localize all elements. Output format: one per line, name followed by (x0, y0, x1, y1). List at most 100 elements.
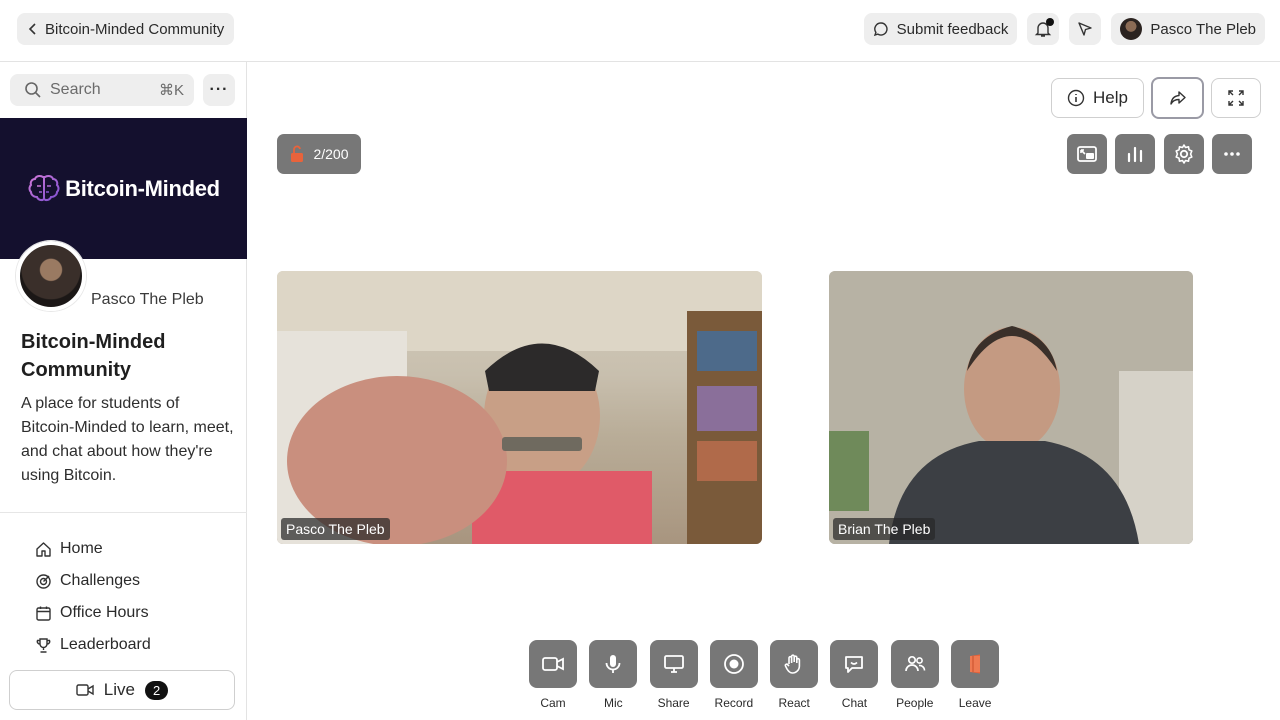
people-label: People (896, 696, 934, 710)
video-tile-brian[interactable]: Brian The Pleb (829, 271, 1193, 544)
sidebar-item-leaderboard[interactable]: Leaderboard (35, 629, 151, 661)
call-area: Help 2/200 Pasco The Pleb Brian The Pleb… (248, 62, 1280, 720)
bar-chart-icon (1127, 146, 1143, 163)
chat-label: Chat (841, 696, 868, 710)
search-placeholder: Search (50, 81, 101, 98)
participant-video (829, 271, 1193, 544)
cursor-arrow-icon (1078, 22, 1093, 36)
cam-label: Cam (540, 696, 566, 710)
participant-name-tag: Pasco The Pleb (281, 518, 390, 540)
call-controls: Cam Mic Share Record React Chat People L… (529, 640, 1000, 710)
people-control[interactable]: People (890, 640, 939, 710)
record-control[interactable]: Record (709, 640, 758, 710)
info-icon (1067, 89, 1085, 107)
react-label: React (778, 696, 810, 710)
door-icon (970, 654, 981, 674)
leave-button[interactable] (951, 640, 1000, 688)
more-options-button[interactable] (1212, 134, 1252, 174)
sidebar-nav: Home Challenges Office Hours Leaderboard (35, 533, 151, 661)
leave-label: Leave (958, 696, 992, 710)
search-shortcut: ⌘K (158, 82, 184, 99)
community-owner-name[interactable]: Pasco The Pleb (91, 291, 204, 309)
sidebar-more-button[interactable]: ··· (203, 74, 235, 106)
sidebar-item-challenges[interactable]: Challenges (35, 565, 151, 597)
settings-button[interactable] (1164, 134, 1204, 174)
calendar-icon (36, 606, 51, 621)
help-button[interactable]: Help (1051, 78, 1144, 118)
user-name: Pasco The Pleb (1150, 20, 1256, 38)
expand-icon (1228, 90, 1244, 106)
sidebar-item-home[interactable]: Home (35, 533, 151, 565)
top-bar: Bitcoin-Minded Community Submit feedback… (0, 0, 1280, 62)
live-label: Live (103, 680, 135, 699)
video-icon (76, 684, 94, 696)
community-owner-avatar[interactable] (16, 241, 86, 311)
monitor-icon (663, 655, 684, 673)
home-icon (36, 541, 51, 557)
chat-icon (845, 656, 864, 673)
fullscreen-button[interactable] (1211, 78, 1261, 118)
hand-icon (784, 654, 801, 674)
record-button[interactable] (709, 640, 758, 688)
gear-icon (1175, 144, 1193, 164)
target-icon (36, 573, 51, 589)
brain-logo-icon (28, 174, 60, 201)
help-label: Help (1093, 88, 1128, 107)
notification-dot (1046, 18, 1055, 26)
chevron-left-icon (28, 23, 36, 35)
participant-count-badge[interactable]: 2/200 (277, 134, 361, 174)
sidebar-item-label: Home (60, 540, 103, 557)
stats-button[interactable] (1115, 134, 1155, 174)
avatar (1120, 18, 1143, 40)
sidebar: Search ⌘K ··· Bitcoin-Minded Pasco The P… (0, 62, 247, 720)
people-icon (904, 655, 926, 672)
live-button[interactable]: Live 2 (9, 670, 235, 710)
share-screen-button[interactable] (649, 640, 698, 688)
mic-label: Mic (603, 696, 623, 710)
search-input[interactable]: Search ⌘K (10, 74, 194, 106)
back-button[interactable]: Bitcoin-Minded Community (17, 13, 235, 45)
submit-feedback-button[interactable]: Submit feedback (863, 13, 1018, 45)
share-arrow-icon (1169, 91, 1186, 105)
live-count-badge: 2 (144, 680, 169, 700)
participant-count: 2/200 (313, 146, 349, 162)
share-link-button[interactable] (1151, 77, 1204, 119)
pip-icon (1077, 146, 1097, 162)
mic-button[interactable] (589, 640, 638, 688)
submit-feedback-label: Submit feedback (896, 20, 1009, 38)
cam-button[interactable] (529, 640, 577, 688)
chat-button[interactable] (830, 640, 879, 688)
video-tile-pasco[interactable]: Pasco The Pleb (277, 271, 762, 544)
cam-control[interactable]: Cam (529, 640, 577, 710)
more-dots-icon (1224, 152, 1240, 156)
sidebar-divider (0, 512, 247, 513)
search-icon (25, 82, 41, 98)
chat-control[interactable]: Chat (830, 640, 879, 710)
sidebar-item-label: Office Hours (60, 604, 149, 621)
notifications-button[interactable] (1027, 13, 1060, 45)
participant-video (277, 271, 762, 544)
trophy-icon (36, 637, 51, 653)
picture-in-picture-button[interactable] (1067, 134, 1107, 174)
sidebar-item-office-hours[interactable]: Office Hours (35, 597, 151, 629)
share-label: Share (657, 696, 690, 710)
sidebar-item-label: Leaderboard (60, 636, 151, 653)
mic-control[interactable]: Mic (589, 640, 638, 710)
community-description: A place for students of Bitcoin-Minded t… (21, 395, 234, 484)
share-control[interactable]: Share (649, 640, 698, 710)
chat-bubble-icon (873, 22, 888, 37)
user-menu-button[interactable]: Pasco The Pleb (1111, 13, 1265, 45)
mic-icon (605, 655, 621, 673)
record-icon (723, 654, 744, 674)
react-button[interactable] (770, 640, 819, 688)
more-dots-icon: ··· (209, 81, 229, 98)
leave-control[interactable]: Leave (951, 640, 1000, 710)
community-banner: Bitcoin-Minded (0, 118, 247, 259)
unlock-icon (291, 145, 304, 162)
people-button[interactable] (890, 640, 939, 688)
react-control[interactable]: React (770, 640, 819, 710)
record-label: Record (714, 696, 754, 710)
sidebar-item-label: Challenges (60, 572, 141, 589)
send-button[interactable] (1069, 13, 1102, 45)
banner-title: Bitcoin-Minded (65, 175, 220, 201)
